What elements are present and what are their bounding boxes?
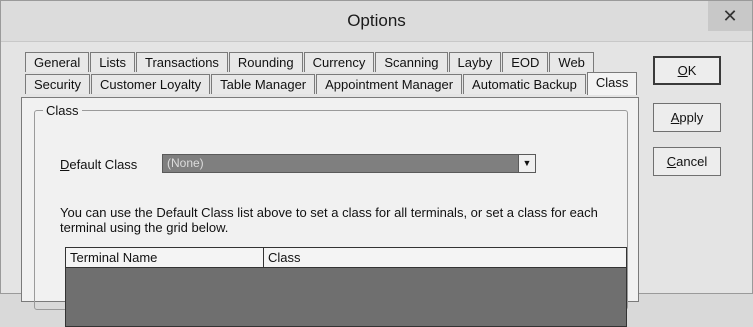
tab-general[interactable]: General (25, 52, 90, 72)
tab-lists[interactable]: Lists (90, 52, 135, 72)
tab-eod[interactable]: EOD (502, 52, 549, 72)
tab-web[interactable]: Web (549, 52, 594, 72)
cancel-button[interactable]: Cancel (653, 147, 721, 176)
class-group-legend: Class (43, 103, 82, 118)
tab-layby[interactable]: Layby (448, 52, 502, 72)
default-class-dropdown[interactable]: (None) ▼ (162, 154, 536, 173)
tab-security[interactable]: Security (25, 74, 90, 94)
tab-currency[interactable]: Currency (303, 52, 375, 72)
class-groupbox: Class Default Class (None) ▼ You can use… (34, 103, 628, 327)
default-class-label-text: efault Class (69, 157, 138, 172)
tab-customer-loyalty[interactable]: Customer Loyalty (90, 74, 211, 94)
chevron-down-icon: ▼ (522, 158, 532, 168)
ok-accelerator: O (677, 63, 688, 78)
tab-scanning[interactable]: Scanning (375, 52, 448, 72)
class-help-text: You can use the Default Class list above… (60, 205, 598, 235)
options-dialog: Options ✕ General Lists Transactions Rou… (0, 0, 753, 327)
apply-button[interactable]: Apply (653, 103, 721, 132)
tab-rounding[interactable]: Rounding (228, 52, 303, 72)
title-bar[interactable]: Options ✕ (1, 1, 752, 42)
cancel-accelerator: C (666, 154, 677, 169)
tab-automatic-backup[interactable]: Automatic Backup (463, 74, 586, 94)
tab-transactions[interactable]: Transactions (135, 52, 228, 72)
default-class-label-accelerator: D (60, 157, 70, 172)
terminal-class-grid[interactable]: Terminal Name Class (65, 247, 627, 327)
tab-table-manager[interactable]: Table Manager (211, 74, 316, 94)
apply-label-rest: pply (679, 110, 704, 125)
tab-appointment-manager[interactable]: Appointment Manager (316, 74, 463, 94)
tab-row-1: General Lists Transactions Rounding Curr… (25, 50, 595, 72)
tab-class[interactable]: Class (586, 72, 638, 95)
window-title: Options (347, 11, 406, 30)
dialog-client-area: General Lists Transactions Rounding Curr… (11, 41, 744, 327)
ok-label-rest: K (687, 63, 697, 78)
class-tab-panel: Class Default Class (None) ▼ You can use… (21, 97, 639, 327)
tab-row-2: Security Customer Loyalty Table Manager … (25, 72, 638, 95)
dropdown-button[interactable]: ▼ (518, 155, 535, 172)
column-header-class[interactable]: Class (264, 248, 626, 268)
default-class-value: (None) (167, 156, 204, 170)
close-icon: ✕ (722, 6, 738, 26)
ok-button[interactable]: OK (653, 56, 721, 85)
column-header-terminal-name[interactable]: Terminal Name (66, 248, 264, 268)
cancel-label-rest: ancel (676, 154, 708, 169)
default-class-label: Default Class (60, 157, 137, 172)
grid-header: Terminal Name Class (66, 248, 626, 268)
close-button[interactable]: ✕ (708, 1, 752, 31)
